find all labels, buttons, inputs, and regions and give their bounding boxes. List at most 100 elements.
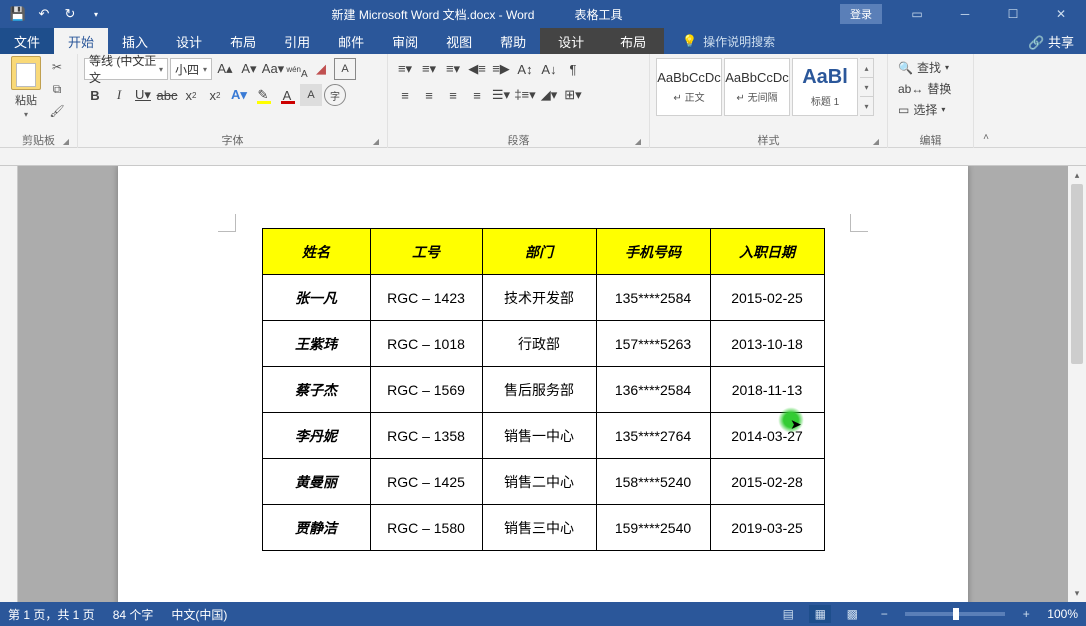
bullets-icon[interactable]: ≡▾: [394, 58, 416, 80]
distribute-icon[interactable]: ☰▾: [490, 84, 512, 106]
tab-table-layout[interactable]: 布局: [602, 28, 664, 54]
style-normal[interactable]: AaBbCcDc ↵ 正文: [656, 58, 722, 116]
justify-icon[interactable]: ≡: [466, 84, 488, 106]
page[interactable]: 姓名工号部门手机号码入职日期张一凡RGC – 1423技术开发部135****2…: [118, 166, 968, 602]
table-cell[interactable]: 2019-03-25: [710, 505, 824, 551]
clear-format-icon[interactable]: ◢: [310, 58, 332, 80]
table-cell[interactable]: RGC – 1358: [370, 413, 482, 459]
tab-review[interactable]: 审阅: [378, 28, 432, 54]
scroll-down-icon[interactable]: ▾: [1068, 584, 1086, 602]
subscript-button[interactable]: x2: [180, 84, 202, 106]
styles-expand-icon[interactable]: ▾: [860, 97, 873, 115]
bold-button[interactable]: B: [84, 84, 106, 106]
data-table[interactable]: 姓名工号部门手机号码入职日期张一凡RGC – 1423技术开发部135****2…: [262, 228, 825, 551]
table-row[interactable]: 王紫玮RGC – 1018行政部157****52632013-10-18: [262, 321, 824, 367]
table-cell[interactable]: 136****2584: [596, 367, 710, 413]
table-cell[interactable]: 158****5240: [596, 459, 710, 505]
table-cell[interactable]: RGC – 1423: [370, 275, 482, 321]
dialog-launcher-icon[interactable]: ◢: [373, 137, 379, 146]
language-indicator[interactable]: 中文(中国): [171, 606, 227, 623]
copy-icon[interactable]: ⧉: [48, 80, 66, 98]
collapse-ribbon-icon[interactable]: ˄: [974, 54, 998, 147]
superscript-button[interactable]: x2: [204, 84, 226, 106]
change-case-icon[interactable]: Aa▾: [262, 58, 284, 80]
table-cell[interactable]: RGC – 1425: [370, 459, 482, 505]
shrink-font-icon[interactable]: A▾: [238, 58, 260, 80]
table-cell[interactable]: 张一凡: [262, 275, 370, 321]
table-cell[interactable]: 蔡子杰: [262, 367, 370, 413]
enclose-char-icon[interactable]: 字: [324, 84, 346, 106]
table-row[interactable]: 张一凡RGC – 1423技术开发部135****25842015-02-25: [262, 275, 824, 321]
zoom-in-icon[interactable]: +: [1015, 605, 1037, 623]
dialog-launcher-icon[interactable]: ◢: [873, 137, 879, 146]
chevron-down-icon[interactable]: ▾: [860, 78, 873, 97]
horizontal-ruler[interactable]: [0, 148, 1086, 166]
qat-customize-icon[interactable]: ▾: [88, 6, 104, 22]
tab-home[interactable]: 开始: [54, 28, 108, 54]
font-name-combo[interactable]: 等线 (中文正文▾: [84, 58, 168, 80]
minimize-icon[interactable]: ─: [942, 0, 988, 28]
text-direction-icon[interactable]: A↕: [514, 58, 536, 80]
shading-icon[interactable]: ◢▾: [538, 84, 560, 106]
table-header[interactable]: 工号: [370, 229, 482, 275]
table-cell[interactable]: RGC – 1018: [370, 321, 482, 367]
table-cell[interactable]: 黄曼丽: [262, 459, 370, 505]
format-painter-icon[interactable]: 🖌: [48, 102, 66, 120]
paste-button[interactable]: 粘贴 ▾: [6, 56, 46, 119]
table-cell[interactable]: 2015-02-28: [710, 459, 824, 505]
line-spacing-icon[interactable]: ‡≡▾: [514, 84, 536, 106]
word-count[interactable]: 84 个字: [113, 606, 154, 623]
vertical-ruler[interactable]: [0, 166, 18, 602]
table-cell[interactable]: 销售二中心: [482, 459, 596, 505]
font-color-icon[interactable]: A: [276, 84, 298, 106]
find-button[interactable]: 🔍查找▾: [894, 58, 955, 77]
maximize-icon[interactable]: ☐: [990, 0, 1036, 28]
scroll-thumb[interactable]: [1071, 184, 1083, 364]
tab-view[interactable]: 视图: [432, 28, 486, 54]
redo-icon[interactable]: ↻: [62, 6, 78, 22]
align-center-icon[interactable]: ≡: [418, 84, 440, 106]
table-cell[interactable]: 159****2540: [596, 505, 710, 551]
tab-help[interactable]: 帮助: [486, 28, 540, 54]
tab-table-design[interactable]: 设计: [540, 28, 602, 54]
table-cell[interactable]: 王紫玮: [262, 321, 370, 367]
chevron-up-icon[interactable]: ▴: [860, 59, 873, 78]
cut-icon[interactable]: ✂: [48, 58, 66, 76]
dialog-launcher-icon[interactable]: ◢: [63, 137, 69, 146]
align-right-icon[interactable]: ≡: [442, 84, 464, 106]
borders-icon[interactable]: ⊞▾: [562, 84, 584, 106]
print-layout-icon[interactable]: ▦: [809, 605, 831, 623]
phonetic-guide-icon[interactable]: wénA: [286, 58, 308, 80]
increase-indent-icon[interactable]: ≡▶: [490, 58, 512, 80]
char-border-icon[interactable]: A: [334, 58, 356, 80]
table-cell[interactable]: 157****5263: [596, 321, 710, 367]
table-row[interactable]: 黄曼丽RGC – 1425销售二中心158****52402015-02-28: [262, 459, 824, 505]
style-no-spacing[interactable]: AaBbCcDc ↵ 无间隔: [724, 58, 790, 116]
grow-font-icon[interactable]: A▴: [214, 58, 236, 80]
table-cell[interactable]: 2018-11-13: [710, 367, 824, 413]
select-button[interactable]: ▭选择▾: [894, 100, 955, 119]
save-icon[interactable]: 💾: [10, 6, 26, 22]
table-cell[interactable]: 2015-02-25: [710, 275, 824, 321]
underline-button[interactable]: U▾: [132, 84, 154, 106]
tell-me[interactable]: 💡 操作说明搜索: [682, 28, 775, 54]
numbering-icon[interactable]: ≡▾: [418, 58, 440, 80]
table-cell[interactable]: 行政部: [482, 321, 596, 367]
read-mode-icon[interactable]: ▤: [777, 605, 799, 623]
table-cell[interactable]: 销售三中心: [482, 505, 596, 551]
tab-insert[interactable]: 插入: [108, 28, 162, 54]
zoom-slider[interactable]: [905, 612, 1005, 616]
table-cell[interactable]: RGC – 1580: [370, 505, 482, 551]
web-layout-icon[interactable]: ▩: [841, 605, 863, 623]
table-header[interactable]: 手机号码: [596, 229, 710, 275]
tab-mailings[interactable]: 邮件: [324, 28, 378, 54]
table-cell[interactable]: 2013-10-18: [710, 321, 824, 367]
text-effects-icon[interactable]: A▾: [228, 84, 250, 106]
zoom-level[interactable]: 100%: [1047, 607, 1078, 621]
table-cell[interactable]: 销售一中心: [482, 413, 596, 459]
zoom-out-icon[interactable]: −: [873, 605, 895, 623]
align-left-icon[interactable]: ≡: [394, 84, 416, 106]
table-cell[interactable]: 贾静洁: [262, 505, 370, 551]
table-row[interactable]: 蔡子杰RGC – 1569售后服务部136****25842018-11-13: [262, 367, 824, 413]
table-cell[interactable]: 技术开发部: [482, 275, 596, 321]
